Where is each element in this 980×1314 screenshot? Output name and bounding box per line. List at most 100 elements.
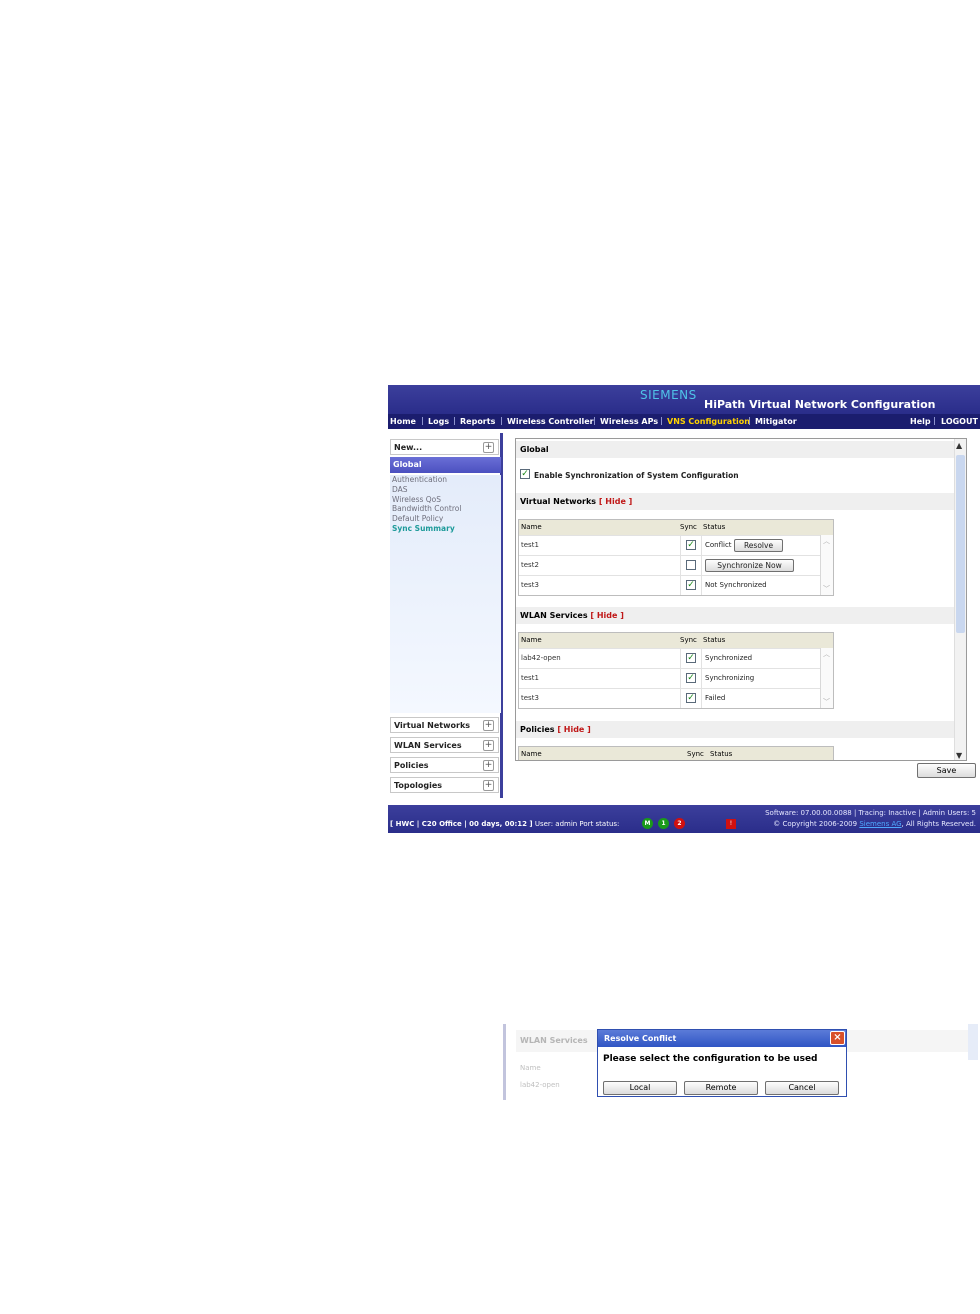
sidebar-section-policies[interactable]: Policies +	[390, 757, 499, 773]
sidebar-new-label: New...	[394, 443, 423, 452]
table-row: test2 Synchronize Now	[519, 555, 833, 575]
siemens-link[interactable]: Siemens AG	[859, 820, 901, 828]
sidebar-link-wireless-qos[interactable]: Wireless QoS	[390, 495, 501, 505]
nav-reports[interactable]: Reports	[460, 417, 495, 426]
plus-icon[interactable]: +	[483, 760, 494, 771]
nav-wireless-controller[interactable]: Wireless Controller	[507, 417, 594, 426]
footer-user-port: User: admin Port status:	[534, 820, 620, 828]
cancel-button[interactable]: Cancel	[765, 1081, 839, 1095]
hide-link[interactable]: [ Hide ]	[557, 725, 590, 734]
nav-logs[interactable]: Logs	[428, 417, 449, 426]
plus-icon[interactable]: +	[483, 720, 494, 731]
table-header: Name Sync Status	[519, 747, 833, 760]
nav-vns-configuration[interactable]: VNS Configuration	[667, 417, 750, 426]
bg-scrollbar	[968, 1024, 978, 1060]
close-icon[interactable]: ×	[830, 1031, 845, 1045]
cell-divider	[701, 649, 702, 668]
sync-checkbox[interactable]: ✓	[686, 653, 696, 663]
sync-checkbox[interactable]: ✓	[686, 693, 696, 703]
sidebar-links: Authentication DAS Wireless QoS Bandwidt…	[390, 475, 501, 713]
col-status: Status	[710, 750, 733, 758]
col-sync: Sync	[680, 523, 697, 531]
nav-separator: |	[660, 416, 663, 425]
row-name: lab42-open	[521, 654, 561, 662]
cell-divider	[680, 536, 681, 555]
scroll-up-icon[interactable]: ▲	[956, 441, 962, 450]
policies-table: Name Sync Status	[518, 746, 834, 760]
remote-button[interactable]: Remote	[684, 1081, 758, 1095]
cell-divider	[701, 576, 702, 595]
cell-divider	[680, 556, 681, 575]
section-title: WLAN Services	[520, 611, 588, 620]
content-scrollbar[interactable]: ▲ ▼	[954, 439, 966, 760]
local-button[interactable]: Local	[603, 1081, 677, 1095]
wlan-services-table: Name Sync Status lab42-open ✓ Synchroniz…	[518, 632, 834, 709]
scroll-down-icon[interactable]: ﹀	[823, 584, 830, 594]
nav-logout[interactable]: LOGOUT	[941, 417, 978, 426]
sidebar-edge	[503, 1024, 506, 1100]
table-row: test1 ✓ Synchronizing	[519, 668, 833, 688]
save-button[interactable]: Save	[917, 763, 976, 778]
row-name: test2	[521, 561, 539, 569]
row-name: test3	[521, 581, 539, 589]
cell-divider	[680, 576, 681, 595]
scroll-up-icon[interactable]: ︿	[823, 536, 830, 546]
sidebar-new[interactable]: New... +	[390, 439, 499, 455]
hide-link[interactable]: [ Hide ]	[590, 611, 623, 620]
nav-help[interactable]: Help	[910, 417, 931, 426]
plus-icon[interactable]: +	[483, 780, 494, 791]
cell-divider	[701, 669, 702, 688]
nav-separator: |	[933, 416, 936, 425]
section-wlan-services: WLAN Services [ Hide ]	[516, 607, 956, 624]
bg-column-name: Name	[520, 1064, 541, 1072]
dialog-title: Resolve Conflict	[604, 1034, 677, 1043]
nav-home[interactable]: Home	[390, 417, 416, 426]
content-panel: Global ✓ Enable Synchronization of Syste…	[515, 438, 967, 761]
table-row: test3 ✓ Not Synchronized	[519, 575, 833, 595]
sidebar-link-authentication[interactable]: Authentication	[390, 475, 501, 485]
resolve-button[interactable]: Resolve	[734, 539, 783, 552]
nav-separator: |	[748, 416, 751, 425]
hide-link[interactable]: [ Hide ]	[599, 497, 632, 506]
sidebar-item-global[interactable]: Global	[390, 457, 501, 473]
nav-wireless-aps[interactable]: Wireless APs	[600, 417, 658, 426]
sidebar-link-default-policy[interactable]: Default Policy	[390, 514, 501, 524]
sync-checkbox[interactable]: ✓	[686, 580, 696, 590]
status-footer: [ HWC | C20 Office | 00 days, 00:12 ] Us…	[388, 805, 980, 833]
sidebar-link-sync-summary[interactable]: Sync Summary	[390, 524, 501, 534]
sidebar-section-wlan-services[interactable]: WLAN Services +	[390, 737, 499, 753]
row-status: Conflict	[705, 541, 732, 549]
alarm-icon[interactable]: !	[726, 819, 736, 829]
plus-icon[interactable]: +	[483, 740, 494, 751]
col-sync: Sync	[680, 636, 697, 644]
scroll-down-icon[interactable]: ▼	[956, 751, 962, 760]
sidebar-link-das[interactable]: DAS	[390, 485, 501, 495]
sync-enable-checkbox[interactable]: ✓	[520, 469, 530, 479]
table-row: test3 ✓ Failed	[519, 688, 833, 708]
sync-checkbox[interactable]	[686, 560, 696, 570]
synchronize-now-button[interactable]: Synchronize Now	[705, 559, 794, 572]
dialog-message: Please select the configuration to be us…	[603, 1054, 818, 1064]
scroll-down-icon[interactable]: ﹀	[823, 697, 830, 707]
scroll-up-icon[interactable]: ︿	[823, 649, 830, 659]
scroll-thumb[interactable]	[956, 455, 965, 633]
table-header: Name Sync Status	[519, 633, 833, 648]
app-header: SIEMENS HiPath Virtual Network Configura…	[388, 385, 980, 414]
port-status-icon: 2	[674, 818, 685, 829]
section-virtual-networks: Virtual Networks [ Hide ]	[516, 493, 956, 510]
sidebar-section-label: Virtual Networks	[394, 721, 471, 730]
col-name: Name	[521, 523, 542, 531]
row-status: Synchronized	[705, 654, 753, 662]
table-scrollbar[interactable]: ︿ ﹀	[820, 535, 833, 595]
plus-icon[interactable]: +	[483, 442, 494, 453]
sync-checkbox[interactable]: ✓	[686, 540, 696, 550]
sidebar-link-bandwidth-control[interactable]: Bandwidth Control	[390, 504, 501, 514]
section-global: Global	[516, 441, 956, 458]
col-name: Name	[521, 750, 542, 758]
sidebar-section-virtual-networks[interactable]: Virtual Networks +	[390, 717, 499, 733]
table-scrollbar[interactable]: ︿ ﹀	[820, 648, 833, 708]
sync-checkbox[interactable]: ✓	[686, 673, 696, 683]
sidebar-section-label: Topologies	[394, 781, 443, 790]
sidebar-section-topologies[interactable]: Topologies +	[390, 777, 499, 793]
nav-mitigator[interactable]: Mitigator	[755, 417, 797, 426]
